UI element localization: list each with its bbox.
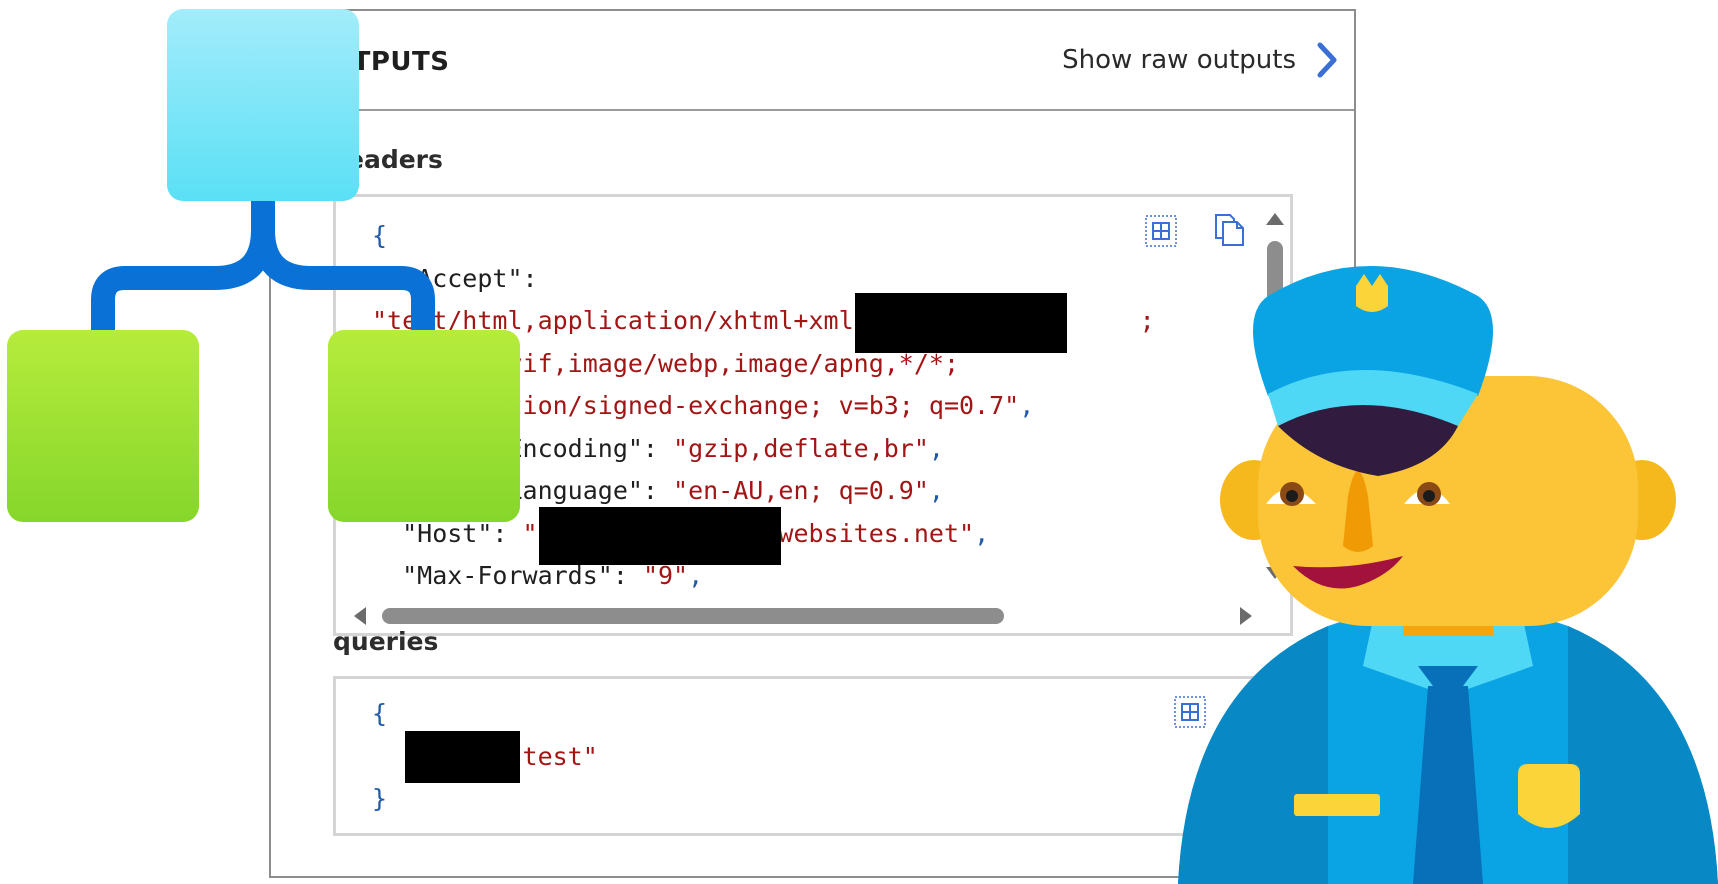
code-token: "Max-Forwards":	[372, 561, 643, 590]
code-token: "9"	[642, 561, 689, 590]
code-token: ,	[928, 433, 944, 463]
redaction-block	[405, 731, 520, 783]
police-officer-emoji	[1178, 266, 1718, 884]
logic-app-action-node	[7, 330, 199, 522]
copy-icon[interactable]	[1212, 212, 1246, 246]
code-token: ,	[1019, 391, 1035, 420]
scroll-up-icon	[1266, 213, 1284, 225]
logic-app-action-node	[328, 330, 520, 522]
logic-app-trigger-node	[167, 9, 359, 201]
table-view-icon[interactable]	[1144, 214, 1178, 248]
queries-label: queries	[333, 627, 439, 656]
code-token: ,	[974, 518, 990, 548]
code-line: {	[372, 693, 598, 736]
code-token: }	[372, 784, 388, 813]
code-line: }	[372, 778, 598, 821]
show-raw-outputs-label: Show raw outputs	[1062, 45, 1296, 75]
scroll-left-icon	[354, 607, 366, 625]
code-token: "test"	[507, 741, 598, 771]
redaction-block	[855, 293, 1067, 353]
chevron-right-icon	[1317, 42, 1337, 78]
code-token: "en-AU,en; q=0.9"	[673, 476, 929, 505]
redaction-block	[539, 507, 781, 565]
show-raw-outputs-link[interactable]: Show raw outputs	[1062, 41, 1340, 79]
queries-code-box: { "test"}	[333, 676, 1293, 836]
code-token: {	[372, 699, 388, 728]
code-token: ,	[688, 561, 704, 590]
horizontal-scrollbar[interactable]	[340, 605, 1266, 627]
code-token: "gzip,deflate,br"	[673, 433, 929, 463]
code-token: ,	[928, 476, 944, 505]
horizontal-scroll-thumb	[382, 608, 1004, 624]
